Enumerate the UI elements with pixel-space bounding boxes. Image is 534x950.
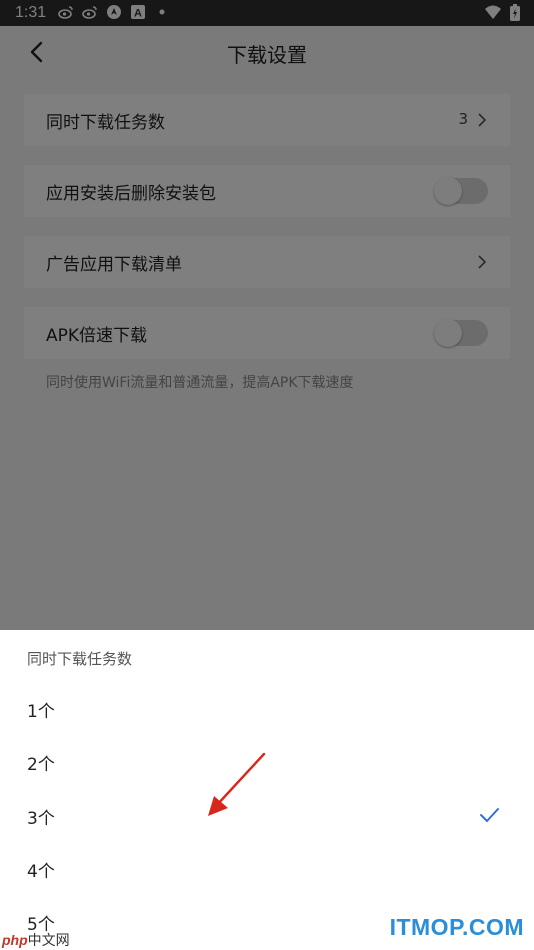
sheet-title: 同时下载任务数 xyxy=(27,650,133,668)
watermark-php: php中文网 xyxy=(2,930,70,950)
watermark-itmop: ITMOP.COM xyxy=(389,914,524,940)
watermark-php-text: 中文网 xyxy=(27,932,70,948)
option-4[interactable]: 4个 xyxy=(0,843,534,896)
option-1[interactable]: 1个 xyxy=(0,683,534,736)
option-label: 2个 xyxy=(27,755,55,775)
annotation-arrow-icon xyxy=(208,752,266,816)
checkmark-icon xyxy=(480,808,499,822)
watermark-php-brand: php xyxy=(2,932,28,948)
option-label: 1个 xyxy=(27,702,55,722)
option-label: 3个 xyxy=(27,809,55,829)
option-label: 4个 xyxy=(27,862,55,882)
